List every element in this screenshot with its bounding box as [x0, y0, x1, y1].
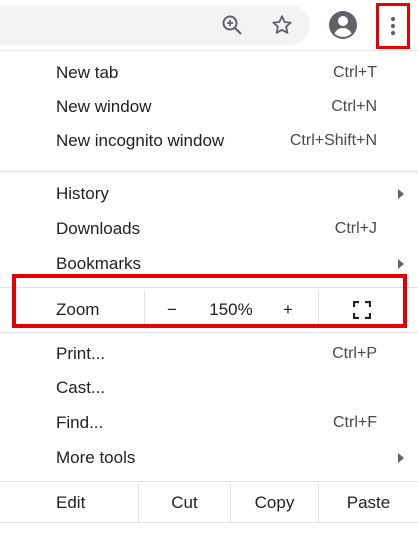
menu-item-label: Bookmarks — [56, 254, 142, 273]
menu-item-history[interactable]: History — [0, 177, 418, 211]
omnibox[interactable] — [0, 5, 310, 45]
copy-button[interactable]: Copy — [230, 484, 318, 522]
menu-divider — [0, 522, 418, 523]
chrome-menu: New tab Ctrl+T New window Ctrl+N New inc… — [0, 50, 418, 537]
more-vertical-icon — [390, 16, 396, 36]
submenu-arrow-icon — [398, 189, 404, 199]
menu-item-print[interactable]: Print... Ctrl+P — [0, 337, 418, 371]
submenu-arrow-icon — [398, 259, 404, 269]
menu-item-label: New window — [56, 97, 152, 116]
profile-avatar-icon[interactable] — [327, 9, 359, 41]
menu-button[interactable] — [376, 3, 410, 49]
menu-item-label: History — [56, 184, 109, 203]
menu-divider — [0, 287, 418, 288]
menu-item-new-window[interactable]: New window Ctrl+N — [0, 90, 418, 124]
zoom-divider — [318, 291, 319, 329]
menu-item-label: More tools — [56, 448, 136, 467]
menu-item-label: Find... — [56, 413, 104, 432]
zoom-divider — [144, 291, 145, 329]
menu-item-shortcut: Ctrl+J — [334, 220, 377, 237]
zoom-level: 150% — [209, 300, 253, 319]
bookmark-star-icon[interactable] — [266, 9, 298, 41]
zoom-row: Zoom − 150% + — [0, 291, 418, 329]
menu-item-downloads[interactable]: Downloads Ctrl+J — [0, 212, 418, 246]
menu-item-label: New tab — [56, 63, 119, 82]
menu-divider — [0, 171, 418, 172]
fullscreen-button[interactable] — [350, 299, 374, 321]
menu-item-label: New incognito window — [56, 131, 225, 150]
menu-divider — [0, 481, 418, 482]
menu-item-find[interactable]: Find... Ctrl+F — [0, 406, 418, 440]
menu-item-new-tab[interactable]: New tab Ctrl+T — [0, 56, 418, 90]
submenu-arrow-icon — [398, 453, 404, 463]
browser-toolbar — [0, 0, 418, 50]
menu-divider — [0, 332, 418, 333]
menu-item-bookmarks[interactable]: Bookmarks — [0, 247, 418, 281]
cut-button[interactable]: Cut — [138, 484, 230, 522]
menu-item-shortcut: Ctrl+Shift+N — [289, 132, 377, 149]
zoom-out-button[interactable]: − — [160, 299, 184, 321]
menu-item-label: Print... — [56, 344, 106, 363]
menu-item-more-tools[interactable]: More tools — [0, 441, 418, 475]
menu-item-shortcut: Ctrl+P — [332, 345, 377, 362]
menu-item-shortcut: Ctrl+F — [333, 414, 377, 431]
menu-item-shortcut: Ctrl+N — [331, 98, 377, 115]
menu-item-cast[interactable]: Cast... — [0, 371, 418, 405]
edit-row: Edit Cut Copy Paste — [0, 484, 418, 522]
zoom-label: Zoom — [56, 300, 100, 319]
menu-item-label: Downloads — [56, 219, 141, 238]
edit-label: Edit — [56, 493, 86, 512]
paste-button[interactable]: Paste — [318, 484, 418, 522]
menu-item-label: Cast... — [56, 378, 106, 397]
zoom-in-button[interactable]: + — [276, 299, 300, 321]
fullscreen-icon — [353, 301, 371, 319]
zoom-icon[interactable] — [216, 9, 248, 41]
menu-item-new-incognito-window[interactable]: New incognito window Ctrl+Shift+N — [0, 124, 418, 158]
menu-item-shortcut: Ctrl+T — [333, 64, 377, 81]
